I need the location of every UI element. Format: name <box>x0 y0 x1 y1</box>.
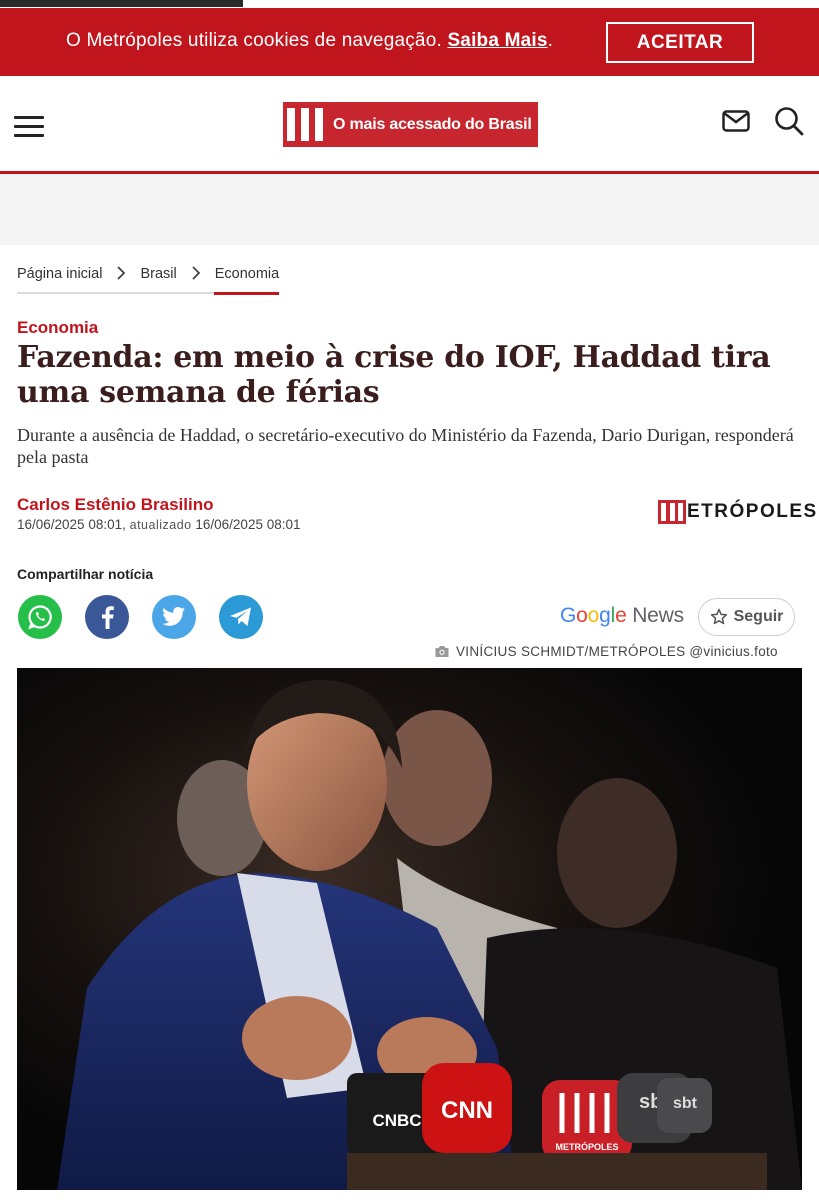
telegram-icon <box>230 607 251 626</box>
facebook-share-button[interactable] <box>85 595 129 639</box>
chevron-right-icon <box>192 266 200 280</box>
metropoles-brand: ETRÓPOLES <box>658 500 818 524</box>
ad-placeholder <box>0 174 819 245</box>
breadcrumb-active-indicator <box>214 292 279 295</box>
mic-label-sbt-2: sbt <box>673 1095 698 1112</box>
breadcrumb-brasil[interactable]: Brasil <box>140 266 176 282</box>
top-strip <box>0 0 819 8</box>
published-date: 16/06/2025 08:01, <box>17 517 126 532</box>
mic-label-cnbc: CNBC <box>372 1111 421 1130</box>
article-dateline: 16/06/2025 08:01, atualizado 16/06/2025 … <box>17 517 301 532</box>
search-icon[interactable] <box>774 106 804 136</box>
updated-label: atualizado <box>129 518 192 532</box>
star-icon <box>710 608 727 625</box>
article-subtitle: Durante a ausência de Haddad, o secretár… <box>17 425 794 467</box>
mail-icon[interactable] <box>722 110 750 132</box>
brand-m-icon <box>658 500 686 524</box>
breadcrumb-home[interactable]: Página inicial <box>17 266 102 282</box>
logo-tagline: O mais acessado do Brasil <box>333 115 532 133</box>
mic-label-cnn: CNN <box>441 1097 493 1124</box>
whatsapp-icon <box>28 605 52 630</box>
follow-label: Seguir <box>733 608 784 625</box>
brand-wordmark: ETRÓPOLES <box>687 501 818 522</box>
follow-button[interactable]: Seguir <box>698 598 795 636</box>
menu-icon[interactable] <box>14 116 44 138</box>
photo-credit-text: VINÍCIUS SCHMIDT/METRÓPOLES @vinicius.fo… <box>456 644 778 659</box>
site-header: O mais acessado do Brasil <box>0 76 819 172</box>
article-author[interactable]: Carlos Estênio Brasilino <box>17 495 214 515</box>
telegram-share-button[interactable] <box>219 595 263 639</box>
cookie-more-link[interactable]: Saiba Mais <box>447 30 547 51</box>
mic-label-metropoles: METRÓPOLES <box>555 1141 618 1152</box>
article-category[interactable]: Economia <box>17 318 98 338</box>
cookie-banner: O Metrópoles utiliza cookies de navegaçã… <box>0 8 819 76</box>
whatsapp-share-button[interactable] <box>18 595 62 639</box>
article-headline: Fazenda: em meio à crise do IOF, Haddad … <box>17 340 771 410</box>
cookie-text: O Metrópoles utiliza cookies de navegaçã… <box>66 30 553 52</box>
updated-date: 16/06/2025 08:01 <box>195 517 301 532</box>
twitter-icon <box>162 607 185 626</box>
cookie-message: O Metrópoles utiliza cookies de navegaçã… <box>66 30 442 51</box>
twitter-share-button[interactable] <box>152 595 196 639</box>
accept-cookies-button[interactable]: ACEITAR <box>606 22 754 63</box>
photo-credit: VINÍCIUS SCHMIDT/METRÓPOLES @vinicius.fo… <box>434 644 778 659</box>
logo-m-icon <box>285 102 325 147</box>
chevron-right-icon <box>117 266 126 280</box>
camera-icon <box>435 646 449 657</box>
cookie-period: . <box>547 30 554 51</box>
google-news-logo[interactable]: Google News <box>560 604 684 628</box>
breadcrumb-economia[interactable]: Economia <box>215 266 279 282</box>
site-logo[interactable]: O mais acessado do Brasil <box>283 102 538 147</box>
google-news-word: News <box>632 604 684 627</box>
top-strip-bar <box>0 0 243 7</box>
share-label: Compartilhar notícia <box>17 566 154 582</box>
facebook-icon <box>102 606 114 629</box>
article-photo-illustration: CNBC CNN METRÓPOLES sbt sbt <box>17 668 802 1190</box>
article-photo[interactable]: CNBC CNN METRÓPOLES sbt sbt <box>17 668 802 1190</box>
